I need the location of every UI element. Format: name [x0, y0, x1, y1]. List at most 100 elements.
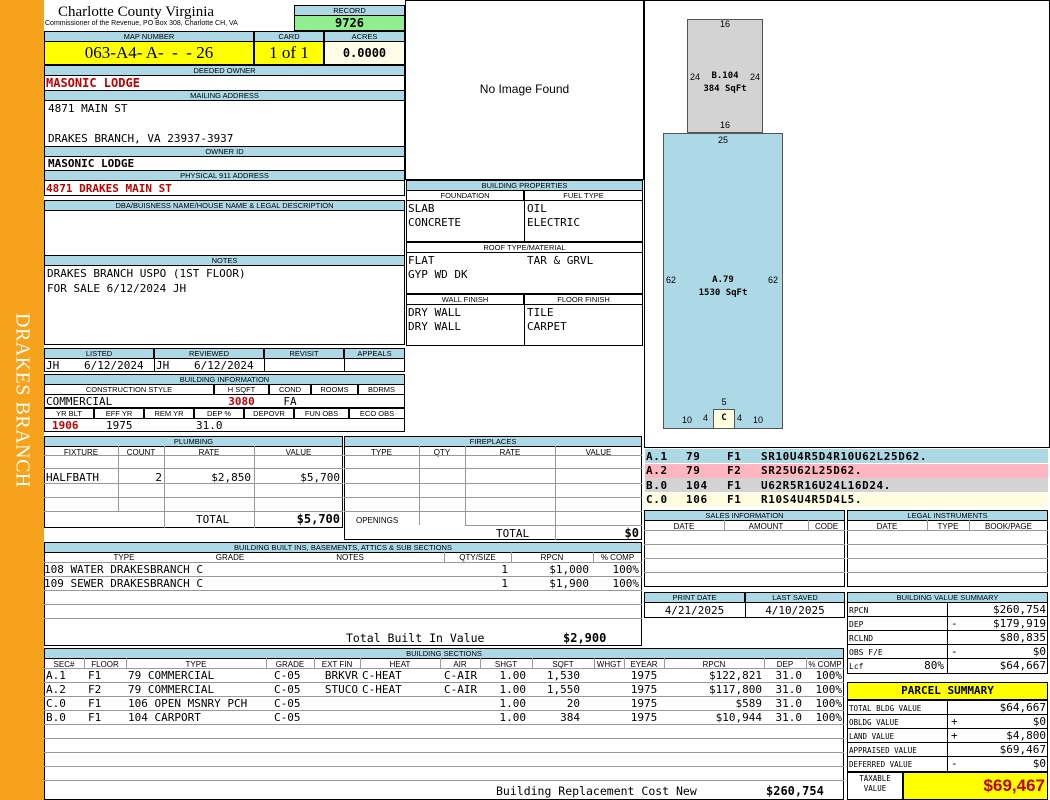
vs-lcf-label: Lcf: [849, 662, 864, 671]
sketch-legend-code: 104: [686, 478, 708, 492]
section-shgt: 1.00: [499, 683, 527, 696]
fuel-1: OIL: [527, 202, 547, 215]
fire-h-qty: QTY: [433, 448, 451, 457]
sketch-b-label: B.104: [711, 71, 739, 81]
bi-total-label: Total Built In Value: [346, 631, 485, 645]
roof-2: TAR & GRVL: [527, 254, 594, 267]
section-eyear: 1975: [630, 697, 658, 710]
print-date: 4/21/2025: [664, 604, 725, 617]
section-rpcn: $589: [735, 697, 763, 710]
taxable-label-2: VALUE: [863, 784, 887, 793]
plumb-value: $5,700: [300, 471, 340, 484]
bi-row2-rpcn: $1,900: [549, 577, 589, 590]
record-number: 9726: [294, 15, 405, 31]
no-image-text: No Image Found: [479, 82, 570, 96]
section-type: 79 COMMERCIAL: [128, 669, 215, 682]
section-rpcn: $10,944: [715, 711, 762, 724]
sales-h-code: CODE: [814, 522, 839, 531]
vs-obs: $0: [1032, 645, 1046, 658]
dep-value: 31.0: [196, 419, 223, 432]
legal-h-bookpage: BOOK/PAGE: [985, 522, 1032, 531]
section-shgt: 1.00: [499, 697, 527, 710]
fire-openings-label: OPENINGS: [356, 516, 399, 525]
effyr-value: 1975: [106, 419, 133, 432]
section-floor: F2: [88, 683, 102, 696]
sections-total: $260,754: [766, 784, 824, 798]
ps-obldg: $0: [1032, 715, 1046, 728]
ps-def-label: DEFERRED VALUE: [849, 760, 913, 769]
bi-row1-qty: 1: [501, 563, 508, 576]
vs-rclnd-label: RCLND: [849, 634, 874, 643]
sketch-legend-id: A.2: [646, 464, 668, 477]
notes-line1: DRAKES BRANCH USPO (1ST FLOOR): [47, 267, 246, 280]
section-comp: 100%: [815, 669, 843, 682]
mailing-line1: 4871 MAIN ST: [48, 102, 128, 115]
plumb-h-value: VALUE: [285, 448, 312, 457]
map-number: 063-A4- A- - - 26: [44, 41, 254, 65]
sales-h-amount: AMOUNT: [748, 522, 784, 531]
section-type: 104 CARPORT: [128, 711, 201, 724]
section-comp: 100%: [815, 697, 843, 710]
section-heat: C-HEAT: [362, 669, 402, 682]
legal-h-type: TYPE: [937, 522, 959, 531]
sketch-c-label: C: [721, 413, 727, 423]
plumb-h-rate: RATE: [198, 448, 220, 457]
fire-h-value: VALUE: [585, 448, 612, 457]
section-dep: 31.0: [775, 697, 803, 710]
roof-3: GYP WD DK: [408, 268, 468, 281]
section-type: 79 COMMERCIAL: [128, 683, 215, 696]
section-dep: 31.0: [775, 683, 803, 696]
section-air: C-AIR: [444, 669, 478, 682]
section-sqft: 20: [566, 697, 580, 710]
wall-1: DRY WALL: [408, 306, 461, 319]
section-eyear: 1975: [630, 669, 658, 682]
sketch-legend-code: 79: [686, 464, 701, 477]
sales-h-date: DATE: [673, 522, 695, 531]
sketch-legend-id: B.0: [646, 478, 668, 492]
roof-1: FLAT: [408, 254, 435, 267]
mailing-line2: DRAKES BRANCH, VA 23937-3937: [48, 132, 234, 145]
vs-dep: $179,919: [993, 617, 1046, 630]
taxable-label-1: TAXABLE: [859, 774, 891, 783]
section-rpcn: $117,800: [709, 683, 762, 696]
cond-value: FA: [283, 395, 297, 408]
sketch-c-r2: 10: [753, 415, 764, 425]
section-rpcn: $122,821: [709, 669, 762, 682]
fire-total: $0: [624, 526, 639, 540]
plumb-count: 2: [155, 471, 162, 484]
section-grade: C-05: [274, 697, 301, 710]
section-floor: F1: [88, 697, 102, 710]
bi-row1-type: 108 WATER DRAKESBRANCH C: [44, 563, 203, 576]
taxable-value: $69,467: [983, 776, 1045, 795]
section-comp: 100%: [815, 711, 843, 724]
plumb-h-fixture: FIXTURE: [63, 448, 99, 457]
bi-row1-comp: 100%: [612, 563, 640, 576]
foundation-1: SLAB: [408, 202, 435, 215]
sketch-legend-code: 106: [686, 493, 708, 506]
floor-2: CARPET: [527, 320, 567, 333]
plumb-total: $5,700: [296, 512, 340, 526]
section-heat: C-HEAT: [362, 683, 402, 696]
ps-def: $0: [1032, 757, 1046, 770]
sketch-legend-floor: F1: [727, 478, 742, 492]
wall-2: DRY WALL: [408, 320, 461, 333]
ps-tbv: $64,667: [999, 701, 1046, 714]
sketch-legend-vec: SR10U4R5D4R10U62L25D62.: [761, 449, 928, 463]
section-eyear: 1975: [630, 683, 658, 696]
section-sqft: 384: [560, 711, 580, 724]
district-label-wrap: DRAKES BRANCH: [0, 0, 44, 800]
sketch-a-top: 25: [717, 135, 728, 145]
section-grade: C-05: [274, 669, 301, 682]
section-floor: F1: [88, 711, 102, 724]
fuel-2: ELECTRIC: [527, 216, 580, 229]
section-dep: 31.0: [775, 669, 803, 682]
listed-date: 6/12/2024: [84, 359, 144, 372]
fire-total-label: TOTAL: [496, 527, 530, 540]
sketch-b-top: 16: [719, 19, 730, 29]
section-grade: C-05: [274, 683, 301, 696]
section-sec: A.2: [46, 683, 66, 696]
section-sqft: 1,550: [546, 683, 580, 696]
section-floor: F1: [88, 669, 102, 682]
construction-style: COMMERCIAL: [46, 395, 113, 408]
sketch-c-l2: 4: [703, 413, 709, 423]
